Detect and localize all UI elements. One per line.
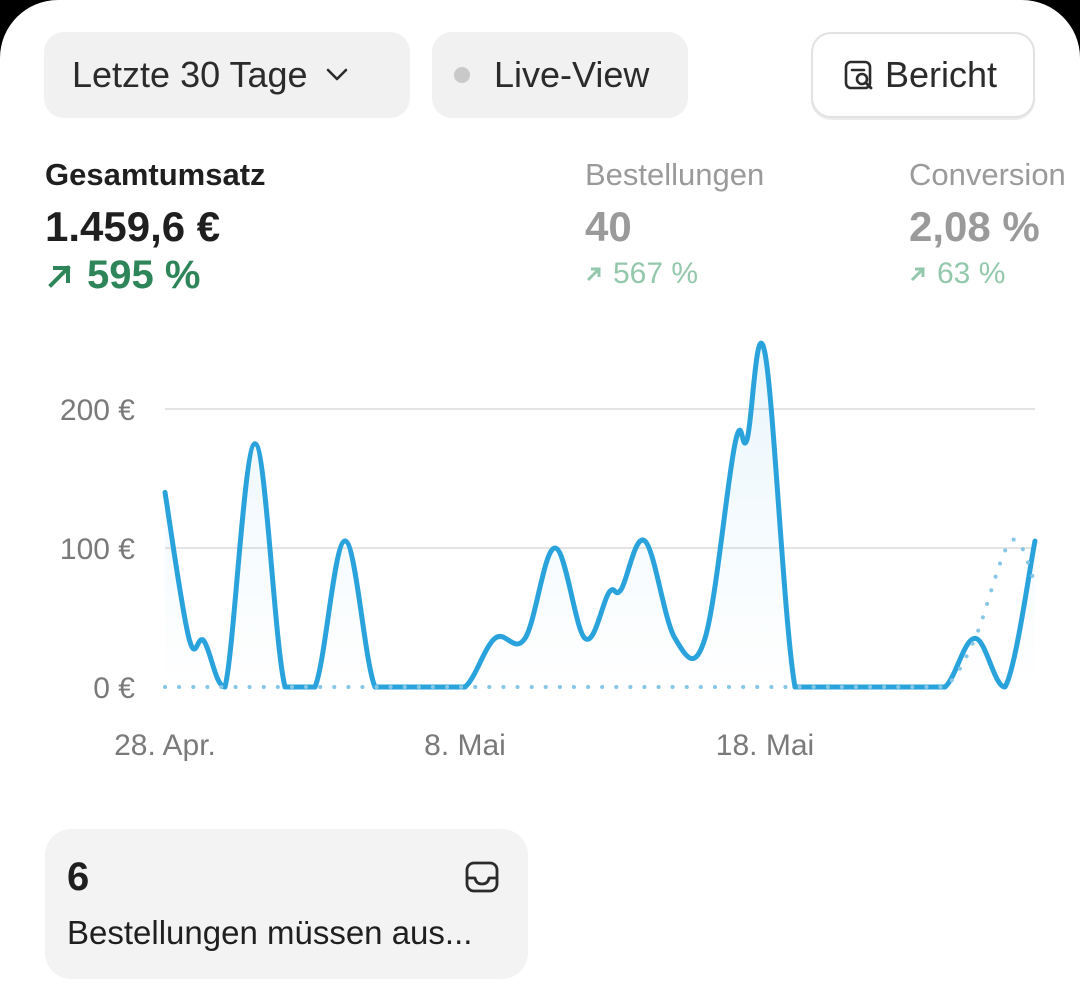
- metric-orders[interactable]: Bestellungen 40 567 %: [585, 157, 764, 291]
- date-range-label: Letzte 30 Tage: [72, 54, 308, 95]
- date-range-dropdown[interactable]: Letzte 30 Tage: [44, 32, 410, 118]
- orders-to-fulfill-card[interactable]: 6 Bestellungen müssen aus...: [45, 829, 528, 979]
- arrow-up-right-icon: [48, 264, 71, 288]
- y-tick-label: 100 €: [60, 533, 135, 566]
- metric-value: 2,08 %: [909, 203, 1040, 250]
- inbox-icon: [465, 861, 499, 893]
- y-tick-label: 200 €: [60, 394, 135, 427]
- chevron-down-icon: [324, 62, 350, 88]
- metric-label: Conversion: [909, 157, 1066, 192]
- live-view-button[interactable]: Live-View: [432, 32, 688, 118]
- report-label: Bericht: [885, 54, 998, 95]
- arrow-up-right-icon: [586, 267, 601, 282]
- report-button[interactable]: Bericht: [811, 32, 1035, 118]
- x-tick-label: 28. Apr.: [114, 729, 216, 762]
- metric-value: 40: [585, 203, 632, 250]
- x-tick-label: 18. Mai: [716, 729, 814, 762]
- x-tick-label: 8. Mai: [424, 729, 506, 762]
- analytics-sheet: Letzte 30 Tage Live-View Bericht Gesamtu…: [0, 0, 1080, 984]
- orders-to-fulfill-count: 6: [67, 855, 90, 899]
- y-tick-label: 0 €: [93, 672, 135, 705]
- metric-delta-value: 567 %: [613, 257, 699, 290]
- metric-delta-value: 63 %: [937, 257, 1006, 290]
- live-view-label: Live-View: [494, 54, 650, 95]
- metric-label: Gesamtumsatz: [45, 157, 266, 192]
- arrow-up-right-icon: [910, 267, 925, 282]
- metric-delta: 567 %: [585, 257, 764, 291]
- live-status-dot-icon: [454, 67, 470, 83]
- metric-value: 1.459,6 €: [45, 203, 221, 250]
- metric-total-sales[interactable]: Gesamtumsatz 1.459,6 € 595 %: [45, 157, 266, 298]
- series-area: [165, 343, 1035, 687]
- metric-conversion[interactable]: Conversion 2,08 % 63 %: [909, 157, 1066, 291]
- metric-label: Bestellungen: [585, 157, 765, 192]
- metric-delta-value: 595 %: [87, 253, 201, 297]
- report-search-icon: [843, 58, 877, 92]
- metric-delta: 595 %: [45, 253, 266, 298]
- metric-delta: 63 %: [909, 257, 1066, 291]
- orders-to-fulfill-description: Bestellungen müssen aus...: [67, 914, 473, 951]
- sales-line-chart[interactable]: 0 € 100 € 200 € 28. Apr. 8. Mai 18. Mai: [0, 330, 1080, 780]
